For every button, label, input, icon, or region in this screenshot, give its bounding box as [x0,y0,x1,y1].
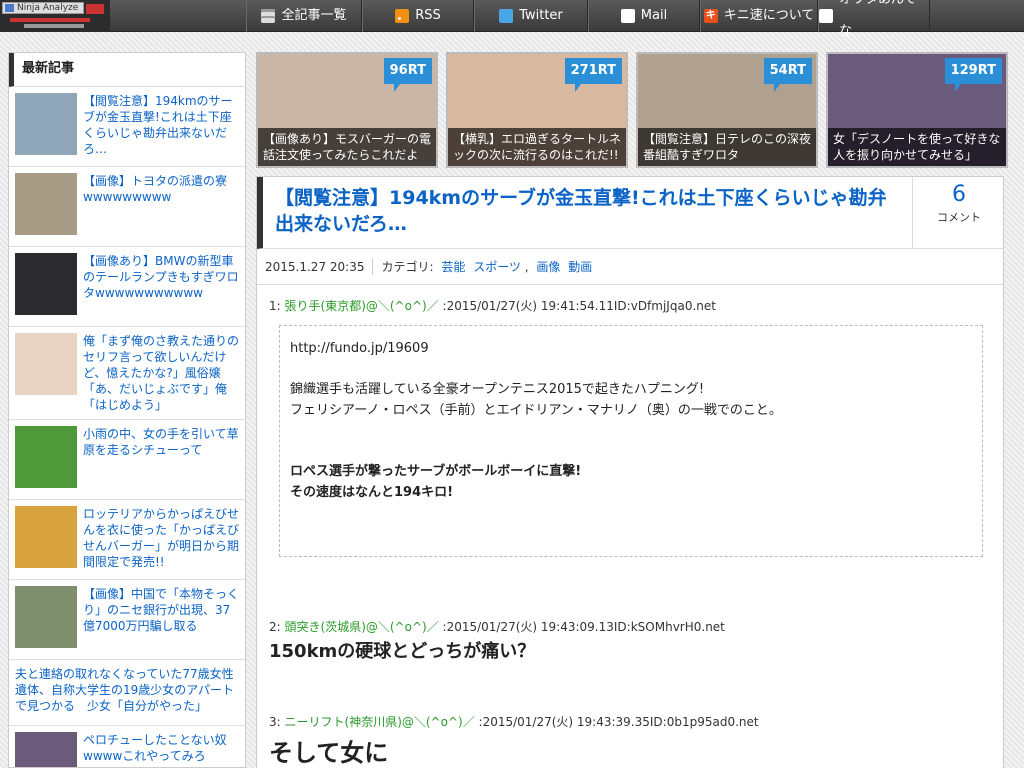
response-name: 頭突き(茨城県)@＼(^o^)／ [284,620,439,634]
ranking-thumbnail[interactable]: 54RT 【閲覧注意】日テレのこの深夜番組酷すぎワロタ [636,52,818,168]
response-number: 3: [269,715,281,729]
category-link[interactable]: 画像 [536,260,560,274]
kini-icon: キ [703,9,718,23]
sidebar-article-item[interactable]: 【画像あり】BMWの新型車のテールランプきもすぎワロタwwwwwwwwwww [9,247,245,327]
article-thumbnail[interactable] [15,253,77,315]
article: 【閲覧注意】194kmのサーブが金玉直撃!これは土下座くらいじゃ勘弁出来ないだろ… [256,176,1004,768]
ninja-analyze-logo[interactable]: Ninja Analyze [0,0,110,32]
sidebar-article-link[interactable]: ペロチューしたことない奴wwwwこれやってみろ [83,732,239,767]
article-meta: 2015.1.27 20:35 カテゴリ: 芸能 スポーツ , 画像 動画 [257,249,1003,285]
nav-label: 全記事一覧 [281,8,347,23]
nav-all-articles[interactable]: 全記事一覧 [246,0,362,32]
response-quote-box: http://fundo.jp/19609 錦織選手も活躍している全豪オープンテ… [279,325,983,557]
sidebar-article-link[interactable]: 小雨の中、女の手を引いて草原を走るシチューって [83,426,239,493]
logo-decoration [10,18,90,22]
sidebar-title: 最新記事 [9,53,245,87]
sidebar-article-item[interactable]: 【画像】中国で「本物そっくり」のニセ銀行が出現、37億7000万円騙し取る [9,580,245,660]
nav-label: キニ速について [723,8,815,23]
sidebar-article-link[interactable]: ロッテリアからかっぱえびせんを衣に使った「かっぱえびせんバーガー」が明日から期間… [83,506,239,573]
response-text: 150kmの硬球とどっちが痛い？ [269,641,536,662]
sidebar-article-link[interactable]: 【画像あり】BMWの新型車のテールランプきもすぎワロタwwwwwwwwwww [83,253,239,320]
mail-icon [620,9,635,23]
latest-articles-sidebar: 最新記事 【閲覧注意】194kmのサーブが金玉直撃!これは土下座くらいじゃ勘弁出… [8,52,246,768]
post-date: 2015.1.27 20:35 [265,260,365,274]
sidebar-article-item[interactable]: 小雨の中、女の手を引いて草原を走るシチューって [9,420,245,500]
logo-decoration [86,4,104,14]
retweet-count-badge: 96RT [383,58,432,92]
nav-twitter[interactable]: Twitter [474,0,588,32]
ranking-caption[interactable]: 女「デスノートを使って好きな人を振り向かせてみせる」 [828,128,1006,166]
category-link[interactable]: 動画 [568,260,592,274]
comment-label: コメント [937,211,981,224]
response-number: 1: [269,299,281,313]
sidebar-article-link[interactable]: 【画像】中国で「本物そっくり」のニセ銀行が出現、37億7000万円騙し取る [83,586,239,653]
nav-mail[interactable]: Mail [588,0,700,32]
ranking-thumbnail[interactable]: 129RT 女「デスノートを使って好きな人を振り向かせてみせる」 [826,52,1008,168]
nav-label: オワタあんてな [838,0,916,39]
category-label: カテゴリ: [381,260,434,274]
list-icon [261,9,276,23]
sidebar-article-link[interactable]: 俺「まず俺のさ教えた通りのセリフ言って欲しいんだけど、憶えたかな?」風俗嬢「あ、… [83,333,239,413]
source-url[interactable]: http://fundo.jp/19609 [290,338,972,359]
response-name: 張り手(東京都)@＼(^o^)／ [284,299,439,313]
rss-icon [395,9,410,23]
twitter-icon [499,9,514,23]
ninja-analyze-badge[interactable]: Ninja Analyze [2,2,84,14]
article-thumbnail[interactable] [15,506,77,568]
comment-count-box[interactable]: 6 コメント [912,177,1003,249]
quote-line: 錦織選手も活躍している全豪オープンテニス2015で起きたハプニング! [290,382,705,397]
quote-bold-line: その速度はなんと194キロ! [290,485,454,500]
divider [372,259,374,275]
response-meta: :2015/01/27(火) 19:43:39.35ID:0b1p95ad0.n… [478,715,759,729]
sidebar-article-link[interactable]: 【閲覧注意】194kmのサーブが金玉直撃!これは土下座くらいじゃ勘弁出来ないだろ… [83,93,239,160]
nav-label: Mail [640,8,668,23]
response-meta: :2015/01/27(火) 19:41:54.11ID:vDfmjJqa0.n… [442,299,716,313]
sidebar-article-link[interactable]: 夫と連絡の取れなくなっていた77歳女性遺体、自称大学生の19歳少女のアパートで見… [15,666,239,719]
article-thumbnail[interactable] [15,586,77,648]
ranking-thumbnail[interactable]: 96RT 【画像あり】モスバーガーの電話注文使ってみたらこれだよ [256,52,438,168]
article-thumbnail[interactable] [15,732,77,767]
article-title[interactable]: 【閲覧注意】194kmのサーブが金玉直撃!これは土下座くらいじゃ勘弁出来ないだろ… [275,185,900,237]
ranking-caption[interactable]: 【横乳】エロ過ぎるタートルネックの次に流行るのはこれだ!! [448,128,626,166]
category-list: カテゴリ: 芸能 スポーツ , 画像 動画 [381,260,593,274]
logo-decoration [24,24,84,28]
ranking-caption[interactable]: 【画像あり】モスバーガーの電話注文使ってみたらこれだよ [258,128,436,166]
owata-icon [819,9,833,23]
top-nav: Ninja Analyze 全記事一覧 RSS Twitter Mail キ キ… [0,0,1024,39]
nav-owata-antenna[interactable]: オワタあんてな [818,0,930,39]
article-title-box: 【閲覧注意】194kmのサーブが金玉直撃!これは土下座くらいじゃ勘弁出来ないだろ… [257,177,912,249]
nav-rss[interactable]: RSS [362,0,474,32]
article-thumbnail[interactable] [15,173,77,235]
response-header: 2: 頭突き(茨城県)@＼(^o^)／ :2015/01/27(火) 19:43… [269,618,725,635]
sidebar-article-item[interactable]: 夫と連絡の取れなくなっていた77歳女性遺体、自称大学生の19歳少女のアパートで見… [9,660,245,726]
category-link[interactable]: スポーツ [473,260,521,274]
sidebar-article-link[interactable]: 【画像】トヨタの派遣の寮wwwwwwwww [83,173,239,240]
ranking-thumbnail[interactable]: 271RT 【横乳】エロ過ぎるタートルネックの次に流行るのはこれだ!! [446,52,628,168]
comment-count[interactable]: 6 [913,181,1003,209]
retweet-count-badge: 54RT [763,58,812,92]
response-header: 1: 張り手(東京都)@＼(^o^)／ :2015/01/27(火) 19:41… [269,297,716,314]
sidebar-article-item[interactable]: 【画像】トヨタの派遣の寮wwwwwwwww [9,167,245,247]
article-thumbnail[interactable] [15,426,77,488]
nav-label: Twitter [519,8,563,23]
response-text: そして女に [269,739,389,767]
response-header: 3: ニーリフト(神奈川県)@＼(^o^)／ :2015/01/27(火) 19… [269,713,759,730]
sidebar-article-item[interactable]: 俺「まず俺のさ教えた通りのセリフ言って欲しいんだけど、憶えたかな?」風俗嬢「あ、… [9,327,245,420]
response-name: ニーリフト(神奈川県)@＼(^o^)／ [284,715,475,729]
response-number: 2: [269,620,281,634]
sidebar-article-item[interactable]: 【閲覧注意】194kmのサーブが金玉直撃!これは土下座くらいじゃ勘弁出来ないだろ… [9,87,245,167]
sidebar-article-item[interactable]: ペロチューしたことない奴wwwwこれやってみろ [9,726,245,767]
retweet-count-badge: 271RT [564,58,622,92]
article-thumbnail[interactable] [15,93,77,155]
quote-line: フェリシアーノ・ロペス（手前）とエイドリアン・マナリノ（奥）の一戦でのこと。 [290,403,782,418]
retweet-count-badge: 129RT [944,58,1002,92]
sidebar-article-item[interactable]: ロッテリアからかっぱえびせんを衣に使った「かっぱえびせんバーガー」が明日から期間… [9,500,245,580]
quote-bold-line: ロペス選手が撃ったサーブがボールボーイに直撃! [290,464,582,479]
response-meta: :2015/01/27(火) 19:43:09.13ID:kSOMhvrH0.n… [442,620,725,634]
ranking-caption[interactable]: 【閲覧注意】日テレのこの深夜番組酷すぎワロタ [638,128,816,166]
nav-label: RSS [415,8,441,23]
nav-about-kini[interactable]: キ キニ速について [700,0,818,32]
article-thumbnail[interactable] [15,333,77,395]
category-link[interactable]: 芸能 [441,260,465,274]
